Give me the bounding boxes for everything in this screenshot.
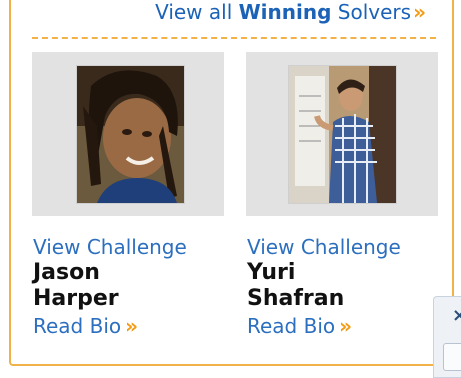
solver-first-name: Jason (33, 260, 100, 285)
read-bio-link[interactable]: Read Bio» (247, 312, 447, 340)
widget-toggle-icon[interactable] (443, 343, 461, 371)
view-all-bold: Winning (238, 0, 332, 24)
view-challenge-link[interactable]: View Challenge (247, 234, 447, 260)
read-bio-link[interactable]: Read Bio» (33, 312, 233, 340)
solver-last-name: Harper (33, 286, 119, 311)
solver-portrait-image (289, 66, 396, 203)
double-chevron-right-icon: » (413, 0, 426, 24)
double-chevron-right-icon: » (125, 314, 139, 338)
solver-photo-frame[interactable] (246, 52, 438, 216)
read-bio-label: Read Bio (247, 314, 336, 338)
solver-caption: View Challenge Yuri Shafran Read Bio» (247, 234, 447, 340)
view-all-winning-solvers-link[interactable]: View all Winning Solvers» (155, 0, 426, 24)
page: View all Winning Solvers» View Challenge… (0, 0, 461, 378)
solver-first-name: Yuri (247, 260, 296, 285)
view-challenge-link[interactable]: View Challenge (33, 234, 233, 260)
dashed-divider (32, 37, 436, 39)
read-bio-label: Read Bio (33, 314, 122, 338)
side-widget: × (433, 296, 461, 378)
winning-solvers-panel: View all Winning Solvers» View Challenge… (9, 0, 454, 366)
view-all-prefix: View all (155, 0, 239, 24)
solver-last-name: Shafran (247, 286, 345, 311)
double-chevron-right-icon: » (339, 314, 353, 338)
view-all-suffix: Solvers (331, 0, 412, 24)
solver-portrait-image (77, 66, 184, 203)
solver-photo[interactable] (76, 65, 185, 204)
solver-photo[interactable] (288, 65, 397, 204)
close-icon[interactable]: × (452, 305, 461, 326)
solver-caption: View Challenge Jason Harper Read Bio» (33, 234, 233, 340)
solver-photo-frame[interactable] (32, 52, 224, 216)
